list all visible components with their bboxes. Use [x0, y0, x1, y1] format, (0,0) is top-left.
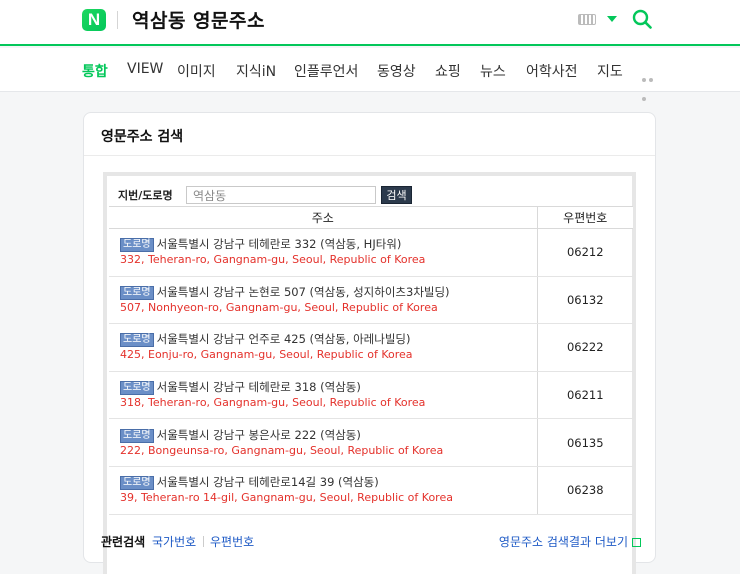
zipcode-cell: 06222 — [536, 323, 633, 372]
tab-news[interactable]: 뉴스 — [480, 61, 506, 81]
english-address: 332, Teheran-ro, Gangnam-gu, Seoul, Repu… — [120, 253, 426, 267]
logo-letter: N — [87, 10, 101, 29]
column-header-zipcode: 우편번호 — [536, 206, 633, 229]
zipcode-cell: 06211 — [536, 371, 633, 420]
keyboard-icon[interactable] — [578, 14, 596, 25]
card-divider — [84, 155, 655, 156]
more-results-label: 영문주소 검색결과 더보기 — [498, 535, 628, 549]
korean-address: 서울특별시 강남구 테헤란로 332 (역삼동, HJ타워) — [156, 237, 402, 252]
tab-integrated[interactable]: 통합 — [82, 61, 108, 81]
address-cell: 도로명 서울특별시 강남구 봉은사로 222 (역삼동) 222, Bongeun… — [109, 418, 537, 467]
tab-shopping[interactable]: 쇼핑 — [435, 61, 461, 81]
zipcode-cell: 06238 — [536, 466, 633, 515]
address-search-frame: 지번/도로명 검색 주소 우편번호 도로명서울특별시 강남구 테헤란로 332 … — [103, 172, 636, 574]
search-type-label: 지번/도로명 — [118, 189, 173, 202]
tab-dictionary[interactable]: 어학사전 — [526, 61, 578, 81]
road-name-badge: 도로명 — [120, 238, 154, 253]
external-link-icon — [632, 538, 641, 547]
search-tabs: 통합 VIEW 이미지 지식iN 인플루언서 동영상 쇼핑 뉴스 어학사전 지도 — [0, 48, 740, 101]
zipcode-cell: 06135 — [536, 418, 633, 467]
table-row: 도로명 서울특별시 강남구 봉은사로 222 (역삼동) 222, Bongeun… — [109, 418, 633, 467]
tab-view[interactable]: VIEW — [127, 61, 163, 77]
search-header: N 역삼동 영문주소 — [0, 0, 740, 46]
related-search-bar: 관련검색 국가번호 우편번호 영문주소 검색결과 더보기 — [101, 533, 641, 551]
zipcode-cell: 06212 — [536, 228, 633, 277]
tab-influencer[interactable]: 인플루언서 — [294, 61, 358, 81]
address-cell: 도로명 서울특별시 강남구 테헤란로 318 (역삼동) 318, Teheran… — [109, 371, 537, 420]
address-search-button[interactable]: 검색 — [381, 186, 412, 204]
more-dots-icon[interactable] — [642, 67, 662, 101]
search-query[interactable]: 역삼동 영문주소 — [132, 6, 265, 33]
zipcode-cell: 06132 — [536, 276, 633, 325]
address-results-table: 주소 우편번호 도로명 서울특별시 강남구 테헤란로 332 (역삼동, HJ타워… — [109, 206, 633, 515]
related-link-country-code[interactable]: 국가번호 — [152, 533, 196, 550]
search-icon[interactable] — [632, 9, 652, 29]
header-divider — [117, 11, 118, 29]
road-name-badge: 도로명 — [120, 476, 154, 491]
road-name-badge: 도로명 — [120, 428, 154, 443]
address-search-input[interactable] — [186, 186, 376, 204]
tab-images[interactable]: 이미지 — [177, 61, 216, 81]
table-header-row: 주소 우편번호 — [109, 206, 633, 229]
address-search-bar: 지번/도로명 검색 — [117, 184, 617, 206]
address-cell: 도로명 서울특별시 강남구 언주로 425 (역삼동, 아레나빌딩) 425, E… — [109, 323, 537, 372]
road-name-badge: 도로명 — [120, 333, 154, 348]
english-address-card: 영문주소 검색 지번/도로명 검색 주소 우편번호 도로명서울특별시 강남구 테… — [83, 112, 656, 574]
english-address: 318, Teheran-ro, Gangnam-gu, Seoul, Repu… — [120, 396, 426, 410]
table-row: 도로명 서울특별시 강남구 테헤란로14길 39 (역삼동) 39, Tehera… — [109, 466, 633, 515]
address-cell: 도로명 서울특별시 강남구 테헤란로14길 39 (역삼동) 39, Tehera… — [109, 466, 537, 515]
tab-map[interactable]: 지도 — [597, 61, 623, 81]
table-row: 도로명 서울특별시 강남구 논현로 507 (역삼동, 성지하이츠3차빌딩) 50… — [109, 276, 633, 325]
tab-video[interactable]: 동영상 — [377, 61, 416, 81]
address-cell: 도로명 서울특별시 강남구 테헤란로 332 (역삼동, HJ타워) 332, T… — [109, 228, 537, 277]
naver-logo[interactable]: N — [82, 9, 106, 31]
english-address: 39, Teheran-ro 14-gil, Gangnam-gu, Seoul… — [120, 491, 453, 505]
korean-address: 서울특별시 강남구 테헤란로 318 (역삼동) — [156, 380, 361, 395]
road-name-badge: 도로명 — [120, 381, 154, 396]
road-name-badge: 도로명 — [120, 285, 154, 300]
related-link-zipcode[interactable]: 우편번호 — [210, 533, 254, 550]
tab-knowledge-in[interactable]: 지식iN — [236, 61, 276, 81]
korean-address: 서울특별시 강남구 봉은사로 222 (역삼동) — [156, 427, 361, 442]
table-row: 도로명 서울특별시 강남구 테헤란로 332 (역삼동, HJ타워) 332, T… — [109, 228, 633, 277]
korean-address: 서울특별시 강남구 논현로 507 (역삼동, 성지하이츠3차빌딩) — [156, 284, 450, 299]
table-row: 도로명 서울특별시 강남구 언주로 425 (역삼동, 아레나빌딩) 425, E… — [109, 323, 633, 372]
table-row: 도로명 서울특별시 강남구 테헤란로 318 (역삼동) 318, Teheran… — [109, 371, 633, 420]
card-title: 영문주소 검색 — [101, 129, 184, 145]
footer-divider — [203, 536, 204, 547]
korean-address: 서울특별시 강남구 테헤란로14길 39 (역삼동) — [156, 475, 379, 490]
english-address: 507, Nonhyeon-ro, Gangnam-gu, Seoul, Rep… — [120, 300, 438, 314]
english-address: 222, Bongeunsa-ro, Gangnam-gu, Seoul, Re… — [120, 443, 444, 457]
column-header-address: 주소 — [109, 206, 537, 229]
english-address: 425, Eonju-ro, Gangnam-gu, Seoul, Republ… — [120, 348, 413, 362]
caret-down-icon[interactable] — [607, 16, 617, 22]
korean-address: 서울특별시 강남구 언주로 425 (역삼동, 아레나빌딩) — [156, 332, 411, 347]
more-results-link[interactable]: 영문주소 검색결과 더보기 — [499, 533, 641, 550]
address-cell: 도로명 서울특별시 강남구 논현로 507 (역삼동, 성지하이츠3차빌딩) 50… — [109, 276, 537, 325]
related-search-label: 관련검색 — [101, 535, 146, 549]
